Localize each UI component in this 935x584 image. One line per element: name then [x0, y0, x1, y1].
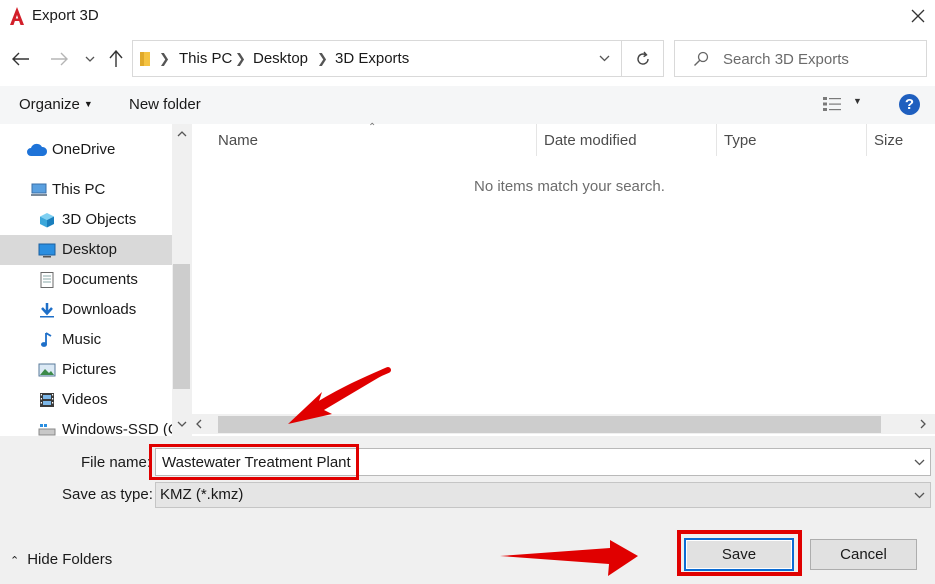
breadcrumb-this-pc[interactable]: This PC	[179, 50, 232, 67]
caret-down-icon: ▼	[83, 99, 93, 109]
up-button[interactable]	[104, 44, 128, 74]
sidebar-item-label: Videos	[62, 391, 108, 408]
hide-folders-button[interactable]: ⌃ Hide Folders	[10, 551, 112, 568]
column-divider[interactable]	[866, 124, 867, 156]
save-panel: File name: Save as type: KMZ (*.kmz) ⌃ Hi…	[0, 436, 935, 584]
organize-label: Organize	[19, 96, 80, 113]
breadcrumb-desktop[interactable]: Desktop	[253, 50, 308, 67]
sidebar-item-pictures[interactable]: Pictures	[0, 355, 172, 385]
column-header-name[interactable]: Name	[218, 132, 258, 149]
sidebar-item-label: Pictures	[62, 361, 117, 378]
arrow-up-icon	[109, 50, 123, 67]
film-icon	[40, 393, 54, 407]
window-title: Export 3D	[32, 7, 99, 24]
address-bar[interactable]: ❯ This PC ❯ Desktop ❯ 3D Exports	[132, 40, 664, 77]
sidebar-item-documents[interactable]: Documents	[0, 265, 172, 295]
sidebar-item-desktop[interactable]: Desktop	[0, 235, 172, 265]
address-dropdown-button[interactable]	[589, 41, 619, 76]
sidebar-item-onedrive[interactable]: OneDrive	[0, 135, 172, 165]
picture-icon	[38, 363, 56, 377]
back-button[interactable]	[8, 44, 34, 74]
view-details-icon[interactable]	[822, 96, 842, 112]
file-name-highlight-box	[149, 444, 359, 480]
scroll-right-icon[interactable]	[920, 415, 926, 432]
hide-folders-label: Hide Folders	[27, 551, 113, 568]
sidebar-item-label: Downloads	[62, 301, 137, 318]
horizontal-scrollbar-thumb[interactable]	[218, 416, 881, 433]
sidebar-item-label: Documents	[62, 271, 138, 288]
recent-locations-button[interactable]	[80, 44, 100, 74]
sidebar-scrollbar-thumb[interactable]	[173, 264, 190, 389]
music-note-icon	[41, 332, 52, 347]
scroll-down-icon[interactable]	[172, 414, 192, 434]
chevron-down-icon	[599, 55, 609, 62]
column-divider[interactable]	[716, 124, 717, 156]
navigation-pane: OneDrive This PC 3D Objects Desktop Docu…	[0, 124, 192, 436]
view-caret-down-icon[interactable]: ▼	[853, 96, 862, 106]
close-button[interactable]	[900, 0, 935, 32]
sidebar-item-label: 3D Objects	[62, 211, 137, 228]
sort-ascending-icon: ⌃	[368, 122, 377, 133]
sidebar-item-label: Windows-SSD (C	[62, 421, 179, 436]
column-header-size[interactable]: Size	[874, 132, 903, 149]
folder-icon	[140, 52, 150, 66]
cube-icon	[40, 213, 54, 228]
breadcrumb-separator-icon: ❯	[235, 51, 246, 66]
chevron-down-icon[interactable]	[914, 454, 925, 469]
organize-button[interactable]: Organize ▼	[19, 96, 93, 113]
breadcrumb-3d-exports[interactable]: 3D Exports	[335, 50, 409, 67]
column-header-date-modified[interactable]: Date modified	[544, 132, 637, 149]
sidebar-item-label: Music	[62, 331, 102, 348]
horizontal-scrollbar[interactable]	[192, 414, 935, 434]
sidebar-item-label: OneDrive	[52, 141, 116, 158]
breadcrumb-separator-icon: ❯	[317, 51, 328, 66]
scroll-left-icon[interactable]	[196, 415, 202, 432]
column-divider[interactable]	[536, 124, 537, 156]
refresh-button[interactable]	[621, 41, 663, 76]
search-box[interactable]	[674, 40, 927, 77]
sidebar-item-label: Desktop	[62, 241, 118, 258]
chevron-down-icon[interactable]	[914, 487, 925, 502]
refresh-icon	[636, 51, 649, 65]
file-name-label: File name:	[81, 454, 152, 471]
search-input[interactable]	[723, 49, 918, 69]
document-icon	[40, 272, 54, 288]
sidebar-item-downloads[interactable]: Downloads	[0, 295, 172, 325]
chevron-up-icon: ⌃	[10, 555, 20, 567]
sidebar-item-videos[interactable]: Videos	[0, 385, 172, 415]
sidebar-item-this-pc[interactable]: This PC	[0, 175, 172, 205]
save-as-type-value: KMZ (*.kmz)	[160, 486, 244, 503]
cloud-icon	[27, 143, 48, 156]
sidebar-item-windows-ssd[interactable]: Windows-SSD (C	[0, 415, 179, 436]
download-arrow-icon	[40, 303, 54, 318]
save-as-type-label: Save as type:	[62, 486, 153, 503]
arrow-right-icon	[51, 52, 68, 66]
close-icon	[911, 9, 924, 23]
empty-message: No items match your search.	[474, 178, 665, 195]
column-header-type[interactable]: Type	[724, 132, 757, 149]
cancel-button[interactable]: Cancel	[810, 539, 917, 570]
file-list[interactable]: ⌃ Name Date modified Type Size No items …	[192, 122, 935, 436]
breadcrumb-separator-icon: ❯	[159, 51, 170, 66]
forward-button[interactable]	[46, 44, 72, 74]
new-folder-button[interactable]: New folder	[129, 96, 201, 113]
drive-icon	[38, 424, 56, 436]
autocad-app-icon	[10, 7, 24, 25]
scroll-up-icon[interactable]	[172, 124, 192, 144]
toolbar: Organize ▼ New folder ▼ ?	[0, 86, 935, 124]
save-button[interactable]: Save	[684, 538, 794, 571]
arrow-left-icon	[12, 52, 29, 66]
desktop-icon	[38, 243, 56, 258]
sidebar-item-label: This PC	[52, 181, 106, 198]
computer-icon	[31, 183, 47, 196]
sidebar-item-music[interactable]: Music	[0, 325, 172, 355]
chevron-down-icon	[85, 56, 95, 62]
help-icon[interactable]: ?	[899, 94, 920, 115]
sidebar-item-3d-objects[interactable]: 3D Objects	[0, 205, 172, 235]
save-as-type-select[interactable]: KMZ (*.kmz)	[155, 482, 931, 508]
title-bar: Export 3D	[0, 0, 935, 32]
search-icon	[694, 51, 709, 66]
